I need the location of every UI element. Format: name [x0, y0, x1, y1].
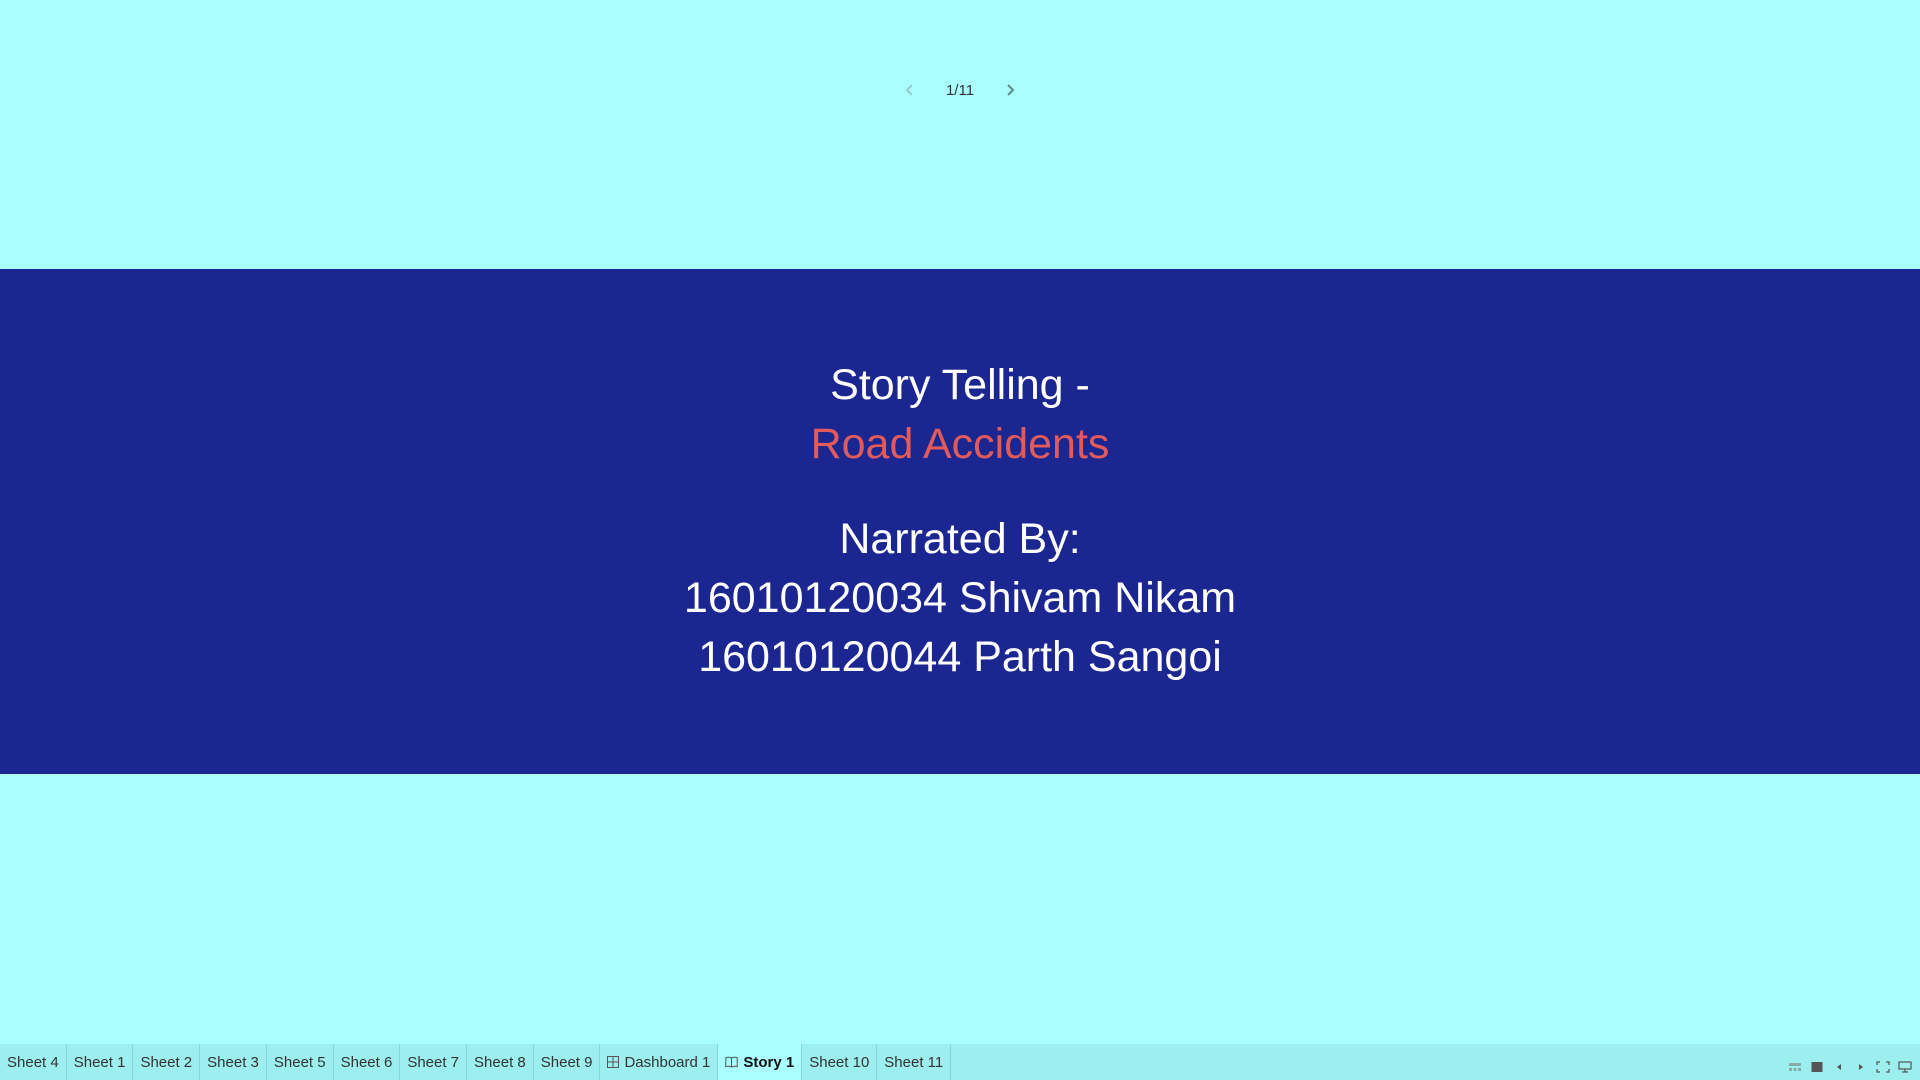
tab-sheet-3[interactable]: Sheet 3: [200, 1044, 267, 1080]
tab-sheet-10[interactable]: Sheet 10: [802, 1044, 878, 1080]
tab-sheet-4[interactable]: Sheet 4: [0, 1044, 67, 1080]
chevron-left-icon: [905, 84, 913, 96]
tab-dashboard-1[interactable]: Dashboard 1: [600, 1044, 719, 1080]
tab-sheet-6[interactable]: Sheet 6: [334, 1044, 401, 1080]
tab-sheet-8[interactable]: Sheet 8: [467, 1044, 534, 1080]
title-topic: Road Accidents: [810, 420, 1110, 468]
story-icon: [725, 1056, 739, 1068]
filmstrip-icon[interactable]: [1788, 1060, 1802, 1074]
tab-label: Sheet 2: [140, 1053, 193, 1071]
tab-label: Dashboard 1: [624, 1053, 711, 1071]
chevron-right-icon: [1007, 84, 1015, 96]
story-title: Story Telling - Road Accidents: [811, 356, 1110, 474]
fullscreen-icon[interactable]: [1876, 1060, 1890, 1074]
tab-label: Sheet 10: [809, 1053, 870, 1071]
presentation-icon[interactable]: [1898, 1060, 1912, 1074]
title-line: Story Telling -: [830, 361, 1090, 409]
tab-label: Sheet 1: [73, 1053, 126, 1071]
tab-label: Sheet 5: [273, 1053, 326, 1071]
tab-sheet-9[interactable]: Sheet 9: [534, 1044, 601, 1080]
narrators: Narrated By: 16010120034 Shivam Nikam 16…: [684, 510, 1236, 687]
tab-label: Sheet 7: [407, 1053, 460, 1071]
story-page-counter: 1/11: [945, 81, 975, 99]
tab-label: Sheet 8: [474, 1053, 526, 1071]
tab-label: Sheet 6: [340, 1053, 393, 1071]
view-toolbar: [1788, 1044, 1920, 1080]
narrator-name: 16010120044 Parth Sangoi: [698, 633, 1222, 681]
tab-sheet-7[interactable]: Sheet 7: [400, 1044, 468, 1080]
tab-label: Story 1: [743, 1053, 795, 1071]
story-navigator: 1/11: [0, 70, 1920, 110]
tab-label: Sheet 11: [884, 1053, 944, 1071]
sheet-tab-bar: Sheet 4 Sheet 1 Sheet 2 Sheet 3 Sheet 5 …: [0, 1044, 1920, 1080]
narrators-heading: Narrated By:: [839, 515, 1081, 563]
tab-story-1[interactable]: Story 1: [718, 1044, 803, 1080]
sheet-tabs: Sheet 4 Sheet 1 Sheet 2 Sheet 3 Sheet 5 …: [0, 1044, 952, 1080]
tab-label: Sheet 4: [7, 1053, 59, 1071]
tab-sheet-11[interactable]: Sheet 11: [877, 1044, 952, 1080]
tab-label: Sheet 9: [540, 1053, 593, 1071]
previous-icon[interactable]: [1832, 1060, 1846, 1074]
dashboard-icon: [607, 1056, 620, 1068]
tab-label: Sheet 3: [207, 1053, 259, 1071]
next-icon[interactable]: [1854, 1060, 1868, 1074]
tab-sheet-5[interactable]: Sheet 5: [267, 1044, 334, 1080]
prev-story-point-button[interactable]: [894, 74, 926, 106]
narrator-name: 16010120034 Shivam Nikam: [683, 574, 1237, 622]
tab-sheet-2[interactable]: Sheet 2: [133, 1044, 201, 1080]
title-band: Story Telling - Road Accidents Narrated …: [0, 269, 1920, 774]
tab-sheet-1[interactable]: Sheet 1: [67, 1044, 134, 1080]
next-story-point-button[interactable]: [994, 74, 1026, 106]
single-sheet-icon[interactable]: [1810, 1060, 1824, 1074]
story-canvas: 1/11 Story Telling - Road Accidents Narr…: [0, 0, 1920, 1080]
